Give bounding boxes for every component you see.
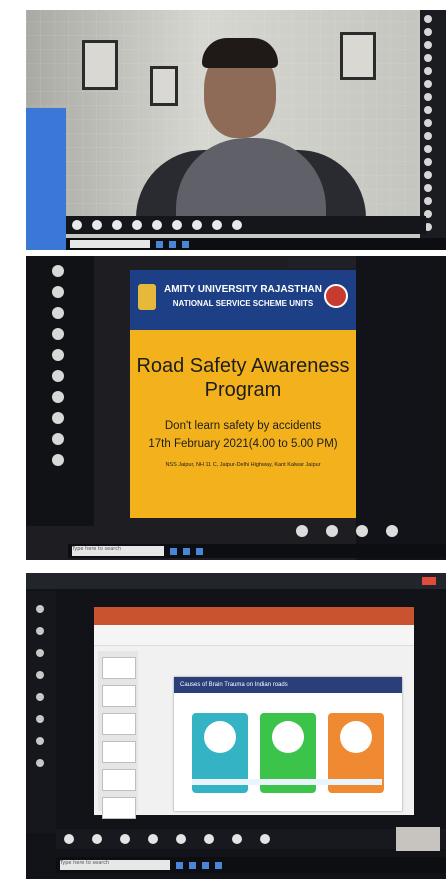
files-icon[interactable] (169, 240, 176, 248)
teams-icon[interactable] (196, 547, 203, 555)
slide-arrow-banner (192, 779, 382, 785)
poster-title-line2: Program (204, 379, 282, 401)
leave-icon[interactable] (232, 220, 242, 230)
share-icon[interactable] (112, 220, 122, 230)
poster-title-line1: Road Safety Awareness (136, 355, 350, 377)
cause-image (272, 721, 304, 753)
more-icon[interactable] (260, 834, 270, 844)
camera-icon[interactable] (326, 525, 338, 537)
files-icon[interactable] (189, 861, 196, 869)
taskbar-search[interactable]: Type here to search (72, 546, 164, 556)
unit-name: NATIONAL SERVICE SCHEME UNITS (172, 299, 314, 308)
event-poster: AMITY UNIVERSITY RAJASTHAN NATIONAL SERV… (130, 270, 356, 518)
powerpoint-icon[interactable] (215, 861, 222, 869)
reactions-icon[interactable] (172, 220, 182, 230)
right-panel (356, 256, 446, 560)
camera-icon[interactable] (92, 834, 102, 844)
record-icon[interactable] (232, 834, 242, 844)
cause-image (204, 721, 236, 753)
chat-icon[interactable] (152, 220, 162, 230)
ppt-toolbar[interactable] (94, 625, 414, 646)
browser-icon[interactable] (170, 547, 177, 555)
leave-button[interactable] (422, 577, 436, 585)
browser-icon[interactable] (156, 240, 163, 248)
meeting-controls[interactable] (296, 524, 446, 538)
chat-icon[interactable] (176, 834, 186, 844)
wall-frame (82, 40, 118, 90)
current-slide: Causes of Brain Trauma on Indian roads (174, 677, 402, 811)
speaker-hair (202, 38, 278, 68)
camera-icon[interactable] (92, 220, 102, 230)
wall-frame (340, 32, 376, 80)
share-icon[interactable] (356, 525, 368, 537)
participants-icon[interactable] (148, 834, 158, 844)
poster-venue: NSS Jaipur, NH 11 C, Jaipur-Delhi Highwa… (165, 462, 321, 468)
teams-icon[interactable] (202, 861, 209, 869)
university-logo-icon (138, 284, 156, 310)
meeting-controls[interactable] (66, 216, 426, 234)
mic-icon[interactable] (296, 525, 308, 537)
share-icon[interactable] (120, 834, 130, 844)
slide-title: Causes of Brain Trauma on Indian roads (174, 677, 402, 693)
leave-icon[interactable] (386, 525, 398, 537)
poster-date: 17th February 2021(4.00 to 5.00 PM) (148, 438, 338, 450)
poster-header: AMITY UNIVERSITY RAJASTHAN NATIONAL SERV… (130, 270, 356, 330)
slide-thumbnails[interactable] (98, 651, 138, 819)
blue-side-panel (26, 108, 66, 250)
participants-list[interactable] (420, 10, 446, 250)
participant-sidebar[interactable] (26, 591, 56, 833)
reactions-icon[interactable] (204, 834, 214, 844)
ppt-ribbon[interactable] (94, 607, 414, 625)
poster-title: Road Safety Awareness Program (130, 354, 356, 402)
more-icon[interactable] (212, 220, 222, 230)
files-icon[interactable] (183, 547, 190, 555)
taskbar-search[interactable]: Type here to search (60, 860, 170, 870)
record-icon[interactable] (192, 220, 202, 230)
participants-icon[interactable] (132, 220, 142, 230)
self-video-thumbnail[interactable] (396, 827, 440, 851)
cause-image (340, 721, 372, 753)
mic-icon[interactable] (64, 834, 74, 844)
wall-frame (150, 66, 178, 106)
taskbar-search[interactable] (70, 240, 150, 248)
institute-name: AMITY UNIVERSITY RAJASTHAN (164, 284, 322, 295)
mic-icon[interactable] (72, 220, 82, 230)
browser-icon[interactable] (176, 861, 183, 869)
poster-screenshot: AMITY UNIVERSITY RAJASTHAN NATIONAL SERV… (26, 256, 446, 560)
windows-taskbar[interactable]: Type here to search (68, 544, 446, 558)
slides-screenshot: Causes of Brain Trauma on Indian roads T… (26, 573, 446, 879)
windows-taskbar[interactable] (66, 238, 446, 250)
speaker-video-screenshot (26, 10, 446, 250)
participant-sidebar[interactable] (26, 256, 94, 526)
nss-seal-icon (324, 284, 348, 308)
teams-icon[interactable] (182, 240, 189, 248)
meeting-title-bar (26, 573, 446, 589)
powerpoint-window: Causes of Brain Trauma on Indian roads (94, 607, 414, 819)
poster-tagline: Don't learn safety by accidents (164, 420, 322, 432)
windows-taskbar[interactable]: Type here to search (56, 857, 446, 873)
meeting-controls[interactable] (56, 829, 446, 849)
